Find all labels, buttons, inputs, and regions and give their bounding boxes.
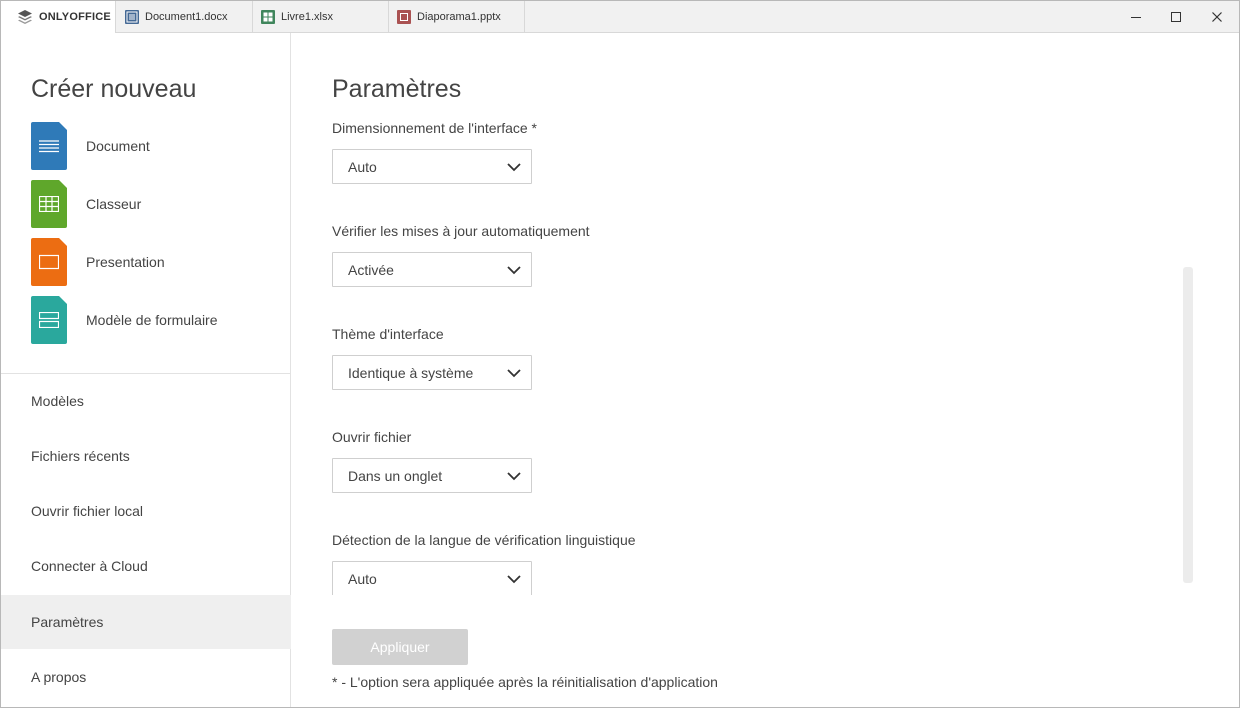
app-home-tab[interactable]: ONLYOFFICE: [1, 1, 116, 33]
title-bar: ONLYOFFICE Document1.docx Livre1.xlsx Di…: [1, 1, 1239, 33]
spellcheck-language-label: Détection de la langue de vérification l…: [332, 532, 636, 548]
sidebar-item-settings[interactable]: Paramètres: [1, 595, 291, 649]
create-item-label: Document: [86, 138, 150, 154]
check-updates-select[interactable]: Activée: [332, 252, 532, 287]
maximize-icon: [1171, 12, 1181, 22]
create-new-title: Créer nouveau: [31, 75, 197, 103]
chevron-down-icon: [507, 472, 521, 481]
tab-livre1-xlsx[interactable]: Livre1.xlsx: [253, 1, 389, 33]
spreadsheet-icon: [31, 180, 67, 228]
sidebar-item-open-local-file[interactable]: Ouvrir fichier local: [1, 484, 291, 538]
sidebar-item-templates[interactable]: Modèles: [1, 374, 291, 428]
sidebar-item-about[interactable]: A propos: [1, 650, 291, 704]
tab-diaporama1-pptx[interactable]: Diaporama1.pptx: [389, 1, 525, 33]
spreadsheet-file-icon: [261, 10, 275, 24]
check-updates-label: Vérifier les mises à jour automatiquemen…: [332, 223, 590, 239]
settings-scrollbar[interactable]: [1183, 267, 1193, 583]
tab-label: Diaporama1.pptx: [417, 11, 501, 23]
sidebar-item-connect-cloud[interactable]: Connecter à Cloud: [1, 539, 291, 593]
onlyoffice-logo-icon: [18, 10, 32, 24]
app-window: ONLYOFFICE Document1.docx Livre1.xlsx Di…: [0, 0, 1240, 708]
create-item-label: Presentation: [86, 254, 165, 270]
settings-scroll-area: Paramètres Dimensionnement de l'interfac…: [292, 33, 1239, 595]
form-template-icon: [31, 296, 67, 344]
restart-note: * - L'option sera appliquée après la réi…: [332, 674, 718, 690]
sidebar-item-recent-files[interactable]: Fichiers récents: [1, 429, 291, 483]
presentation-icon: [31, 238, 67, 286]
minimize-button[interactable]: [1115, 1, 1157, 33]
chevron-down-icon: [507, 266, 521, 275]
create-presentation-button[interactable]: Presentation: [31, 238, 281, 286]
open-file-label: Ouvrir fichier: [332, 429, 412, 445]
presentation-file-icon: [397, 10, 411, 24]
page-title: Paramètres: [332, 75, 462, 103]
maximize-button[interactable]: [1155, 1, 1197, 33]
spellcheck-language-select[interactable]: Auto: [332, 561, 532, 595]
interface-scaling-select[interactable]: Auto: [332, 149, 532, 184]
tab-label: Document1.docx: [145, 11, 228, 23]
interface-theme-label: Thème d'interface: [332, 326, 444, 342]
chevron-down-icon: [507, 163, 521, 172]
open-file-select[interactable]: Dans un onglet: [332, 458, 532, 493]
close-icon: [1212, 12, 1222, 22]
create-item-label: Classeur: [86, 196, 142, 212]
close-button[interactable]: [1196, 1, 1238, 33]
app-name: ONLYOFFICE: [39, 11, 111, 23]
tab-label: Livre1.xlsx: [281, 11, 333, 23]
tab-document1-docx[interactable]: Document1.docx: [117, 1, 253, 33]
create-item-label: Modèle de formulaire: [86, 312, 218, 328]
create-spreadsheet-button[interactable]: Classeur: [31, 180, 281, 228]
select-value: Activée: [348, 261, 394, 278]
select-value: Dans un onglet: [348, 467, 443, 484]
select-value: Identique à système: [348, 364, 474, 381]
word-file-icon: [125, 10, 139, 24]
create-form-template-button[interactable]: Modèle de formulaire: [31, 296, 281, 344]
document-icon: [31, 122, 67, 170]
interface-scaling-label: Dimensionnement de l'interface *: [332, 120, 538, 136]
chevron-down-icon: [507, 369, 521, 378]
settings-panel: Paramètres Dimensionnement de l'interfac…: [292, 33, 1239, 707]
minimize-icon: [1131, 17, 1141, 18]
select-value: Auto: [348, 158, 377, 175]
select-value: Auto: [348, 570, 377, 587]
create-document-button[interactable]: Document: [31, 122, 281, 170]
apply-button[interactable]: Appliquer: [332, 629, 468, 665]
sidebar: Créer nouveau Document Classeur Presenta…: [1, 33, 291, 707]
chevron-down-icon: [507, 575, 521, 584]
interface-theme-select[interactable]: Identique à système: [332, 355, 532, 390]
